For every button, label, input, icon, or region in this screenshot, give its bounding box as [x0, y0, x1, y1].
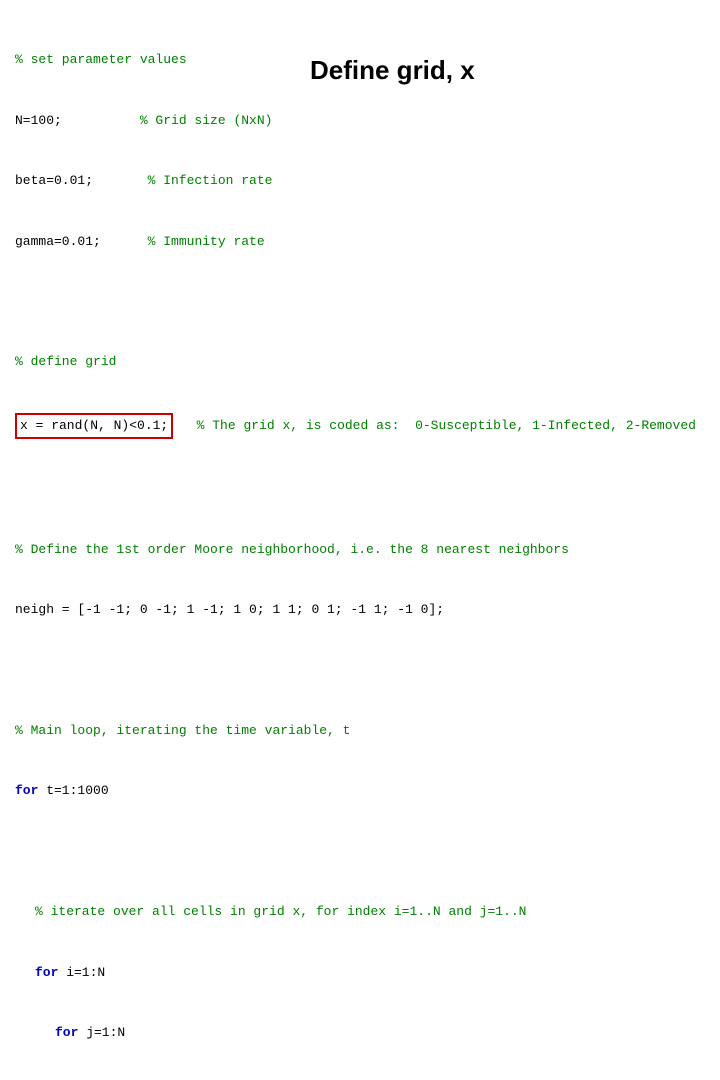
- comment-moore: % Define the 1st order Moore neighborhoo…: [15, 540, 705, 560]
- line-x: x = rand(N, N)<0.1; % The grid x, is cod…: [15, 413, 705, 439]
- line-N: N=100; % Grid size (NxN): [15, 111, 705, 131]
- code-area: % set parameter values N=100; % Grid siz…: [0, 0, 720, 1080]
- highlight-x: x = rand(N, N)<0.1;: [15, 413, 173, 439]
- blank1: [15, 292, 705, 312]
- line-gamma: gamma=0.01; % Immunity rate: [15, 232, 705, 252]
- blank2: [15, 479, 705, 499]
- line-for-i: for i=1:N: [15, 963, 705, 983]
- comment-main-loop: % Main loop, iterating the time variable…: [15, 721, 705, 741]
- comment-define-grid: % define grid: [15, 352, 705, 372]
- line-neigh: neigh = [-1 -1; 0 -1; 1 -1; 1 0; 1 1; 0 …: [15, 600, 705, 620]
- blank4: [15, 842, 705, 862]
- line-beta: beta=0.01; % Infection rate: [15, 171, 705, 191]
- line-for-j: for j=1:N: [15, 1023, 705, 1043]
- comment-iterate-cells: % iterate over all cells in grid x, for …: [15, 902, 705, 922]
- line-for-t: for t=1:1000: [15, 781, 705, 801]
- slide-title: Define grid, x: [310, 55, 475, 86]
- blank3: [15, 661, 705, 681]
